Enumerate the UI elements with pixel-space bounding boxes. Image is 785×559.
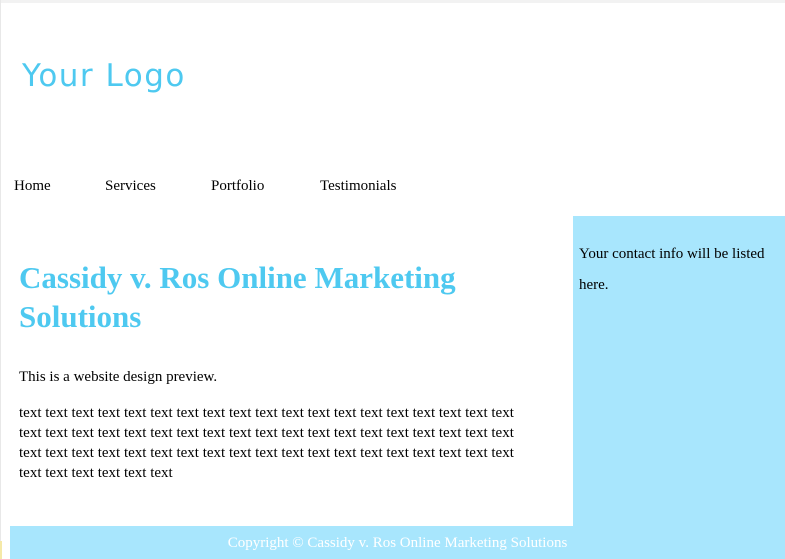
body-text: text text text text text text text text … [19, 405, 514, 481]
copyright-text: Copyright © Cassidy v. Ros Online Market… [227, 535, 568, 551]
page-title: Cassidy v. Ros Online Marketing Solution… [19, 260, 456, 334]
contact-sidebar: Your contact info will be listed here. [573, 216, 785, 559]
footer: Copyright © Cassidy v. Ros Online Market… [10, 526, 785, 559]
nav-item-services[interactable]: Services [105, 176, 156, 196]
nav-item-home[interactable]: Home [14, 176, 51, 196]
nav-item-testimonials[interactable]: Testimonials [320, 176, 396, 196]
nav-item-portfolio[interactable]: Portfolio [211, 176, 264, 196]
top-strip [0, 0, 785, 3]
bottom-left-mark [0, 541, 2, 559]
site-logo[interactable]: Your Logo [22, 56, 186, 96]
intro-text: This is a website design preview. [19, 369, 218, 385]
page: { "header": { "logo_text": "Your Logo" }… [0, 0, 785, 559]
left-border [0, 0, 1, 559]
contact-info-text: Your contact info will be listed here. [579, 246, 765, 293]
